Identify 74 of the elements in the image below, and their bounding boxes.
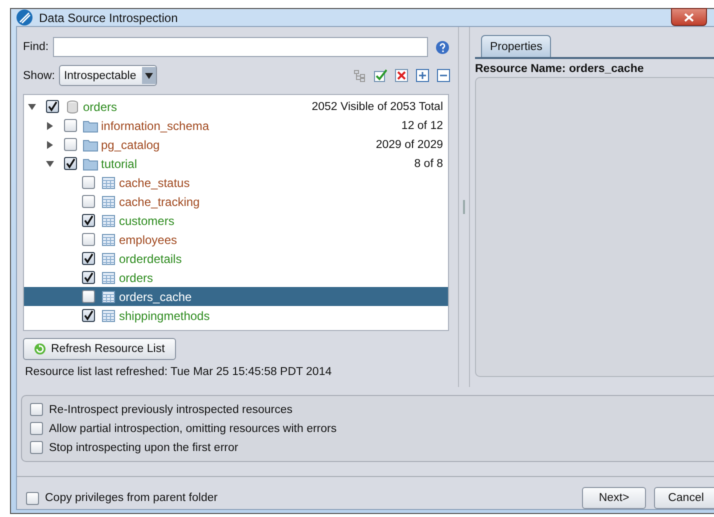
app-logo-icon bbox=[16, 9, 33, 26]
checkbox[interactable] bbox=[64, 157, 77, 170]
tree-item[interactable]: orders bbox=[83, 100, 118, 114]
table-icon bbox=[101, 290, 116, 304]
option-label: Copy privileges from parent folder bbox=[45, 492, 218, 504]
tree-item[interactable]: customers bbox=[119, 214, 174, 228]
refresh-status: Resource list last refreshed: Tue Mar 25 15:45:58 PDT 2014 bbox=[25, 366, 333, 378]
expander-icon[interactable] bbox=[46, 160, 54, 168]
resource-name: Resource Name: orders_cache bbox=[475, 63, 645, 75]
close-icon bbox=[684, 12, 694, 22]
tree-item[interactable]: shippingmethods bbox=[119, 308, 210, 322]
item-count: 12 of 12 bbox=[401, 120, 443, 132]
tree-item[interactable]: tutorial bbox=[101, 156, 138, 170]
cancel-button[interactable]: Cancel bbox=[654, 487, 714, 509]
tree-item[interactable]: information_schema bbox=[101, 118, 210, 132]
tree-item[interactable]: cache_tracking bbox=[119, 194, 200, 208]
splitter-handle[interactable] bbox=[463, 200, 465, 214]
next-button[interactable]: Next> bbox=[582, 487, 646, 509]
find-field[interactable] bbox=[52, 37, 428, 57]
refresh-icon bbox=[34, 343, 46, 355]
item-count: 2052 Visible of 2053 Total bbox=[312, 100, 443, 112]
uncheck-all-icon[interactable] bbox=[395, 69, 408, 82]
tree-item[interactable]: orders_cache bbox=[119, 290, 192, 304]
expand-all-icon[interactable] bbox=[416, 69, 429, 82]
refresh-button[interactable]: Refresh Resource List bbox=[23, 338, 176, 360]
find-label: Find: bbox=[23, 41, 49, 53]
option-label: Allow partial introspection, omitting resources with errors bbox=[49, 422, 337, 434]
caret-icon bbox=[145, 72, 154, 78]
checkbox[interactable] bbox=[46, 100, 59, 113]
folder-icon bbox=[83, 156, 98, 170]
table-icon bbox=[101, 194, 116, 208]
properties-tab[interactable]: Properties bbox=[481, 35, 552, 57]
option-label: Stop introspecting upon the first error bbox=[49, 442, 238, 454]
table-icon bbox=[101, 308, 116, 322]
checkbox[interactable] bbox=[82, 309, 95, 322]
checkbox[interactable] bbox=[82, 195, 95, 208]
checkbox[interactable] bbox=[30, 422, 43, 435]
checkbox[interactable] bbox=[82, 233, 95, 246]
tree-item[interactable]: cache_status bbox=[119, 176, 190, 190]
checkbox[interactable] bbox=[64, 119, 77, 132]
folder-icon bbox=[83, 138, 98, 152]
table-icon bbox=[101, 270, 116, 284]
checkbox[interactable] bbox=[26, 492, 39, 504]
checkbox[interactable] bbox=[82, 252, 95, 265]
table-icon bbox=[101, 176, 116, 190]
checkbox[interactable] bbox=[82, 214, 95, 227]
checkbox[interactable] bbox=[30, 441, 43, 454]
table-icon bbox=[101, 252, 116, 266]
option-label: Re-Introspect previously introspected resources bbox=[49, 404, 293, 416]
database-icon bbox=[65, 100, 80, 114]
checkbox[interactable] bbox=[64, 138, 77, 151]
show-dropdown[interactable]: Introspectable bbox=[58, 65, 158, 86]
tree-item[interactable]: orderdetails bbox=[119, 252, 182, 266]
tree-item[interactable]: employees bbox=[119, 232, 178, 246]
folder-icon bbox=[83, 118, 98, 132]
show-label: Show: bbox=[23, 70, 55, 82]
table-icon bbox=[101, 214, 116, 228]
checkbox[interactable] bbox=[82, 176, 95, 189]
item-count: 8 of 8 bbox=[414, 158, 443, 170]
help-icon[interactable] bbox=[436, 40, 449, 54]
checkbox[interactable] bbox=[82, 271, 95, 284]
check-all-icon[interactable] bbox=[374, 69, 387, 82]
table-icon bbox=[101, 232, 116, 246]
checkbox[interactable] bbox=[30, 403, 43, 416]
collapse-all-icon[interactable] bbox=[437, 69, 450, 82]
item-count: 2029 of 2029 bbox=[376, 138, 443, 150]
expander-icon[interactable] bbox=[46, 122, 54, 130]
window-title: Data Source Introspection bbox=[39, 10, 178, 24]
close-button[interactable] bbox=[671, 8, 707, 26]
checkbox[interactable] bbox=[82, 290, 95, 303]
tree-item[interactable]: pg_catalog bbox=[101, 138, 160, 152]
expander-icon[interactable] bbox=[46, 140, 54, 148]
expander-icon[interactable] bbox=[28, 102, 36, 110]
tree-item[interactable]: orders bbox=[119, 270, 154, 284]
